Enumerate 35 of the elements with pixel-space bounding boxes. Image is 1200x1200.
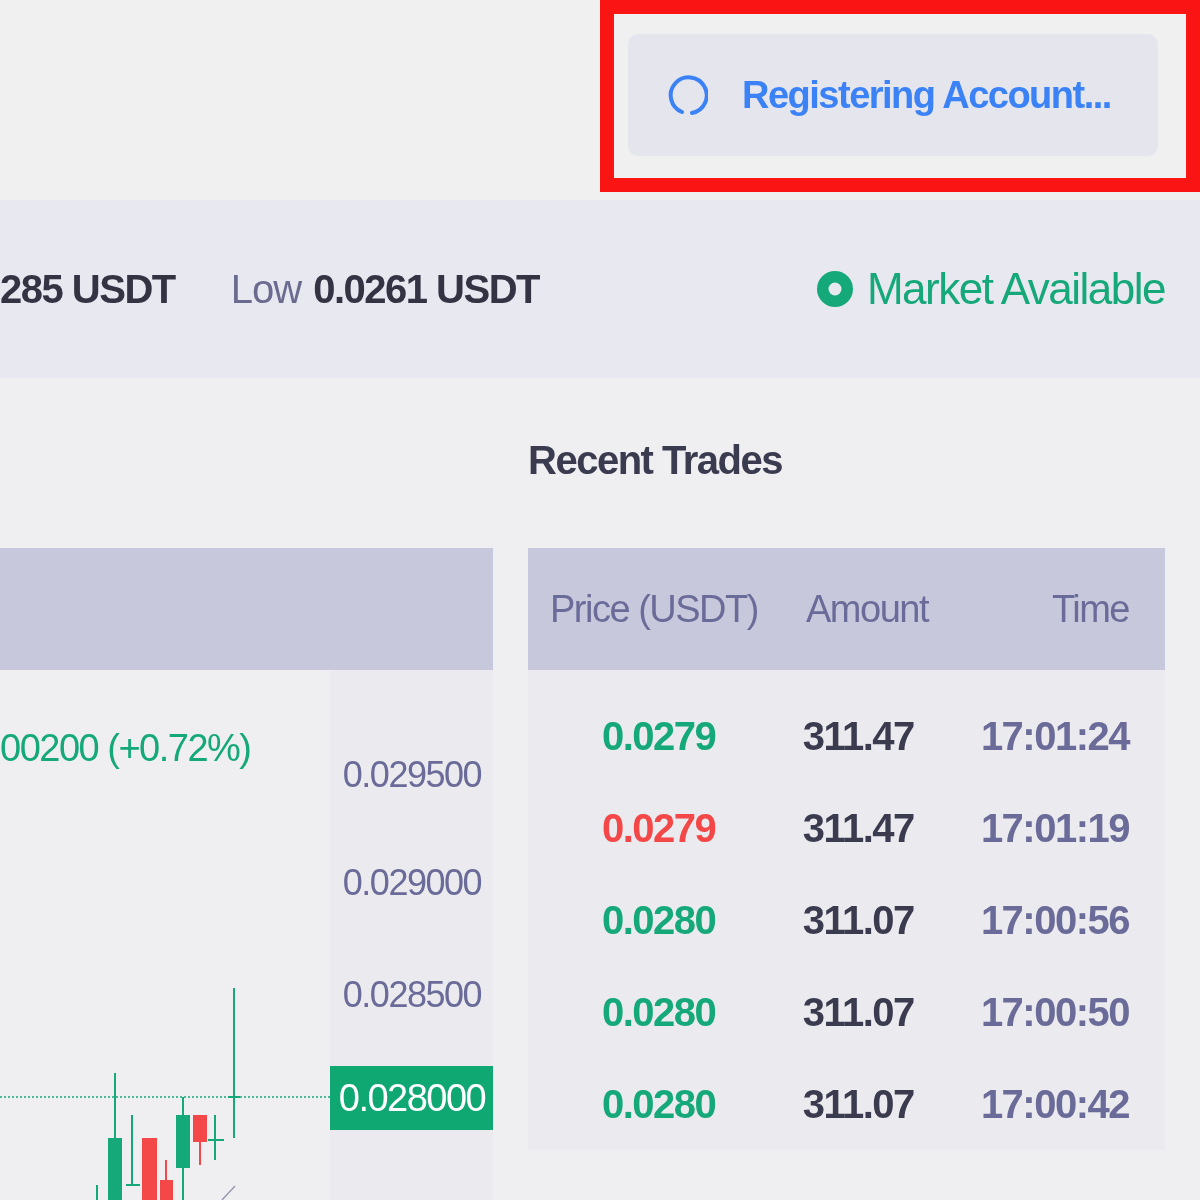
trade-amount: 311.07 xyxy=(802,897,915,943)
price-label: 0.028500 xyxy=(342,974,481,1015)
candle xyxy=(160,1159,173,1200)
market-status: Market Available xyxy=(866,264,1165,314)
trade-price: 0.0280 xyxy=(602,1081,717,1127)
trade-amount: 311.47 xyxy=(802,713,915,759)
column-header: Price (USDT) xyxy=(550,587,759,631)
trade-price: 0.0279 xyxy=(602,805,717,851)
price-change: 00200 (+0.72%) xyxy=(0,727,251,769)
column-header: Amount xyxy=(806,587,930,631)
trade-price: 0.0280 xyxy=(602,989,717,1035)
stat-value: 285 USDT xyxy=(0,266,175,312)
candle xyxy=(207,1114,225,1161)
section-title: Recent Trades xyxy=(528,437,783,484)
trade-time: 17:00:42 xyxy=(980,1081,1129,1127)
trade-amount: 311.47 xyxy=(802,805,915,851)
candle xyxy=(142,1138,157,1200)
registering-button[interactable]: Registering Account... xyxy=(628,34,1158,156)
trend-line xyxy=(221,1185,236,1200)
stat-value: 0.0261 USDT xyxy=(313,266,539,312)
trade-amount: 311.07 xyxy=(802,989,915,1035)
trade-time: 17:01:19 xyxy=(980,805,1129,851)
trade-time: 17:01:24 xyxy=(980,713,1129,759)
column-header: Time xyxy=(1050,587,1129,631)
trade-time: 17:00:50 xyxy=(980,989,1129,1035)
current-price-tag: 0.028000 xyxy=(330,1066,493,1130)
stat-label: Low xyxy=(230,266,302,312)
price-label: 0.029500 xyxy=(342,754,481,795)
trade-price: 0.0279 xyxy=(602,713,717,759)
candle xyxy=(125,1114,141,1186)
candle xyxy=(193,1115,207,1166)
trade-amount: 311.07 xyxy=(802,1081,915,1127)
trade-price: 0.0280 xyxy=(602,897,717,943)
trade-time: 17:00:56 xyxy=(980,897,1129,943)
price-label: 0.029000 xyxy=(342,862,481,903)
